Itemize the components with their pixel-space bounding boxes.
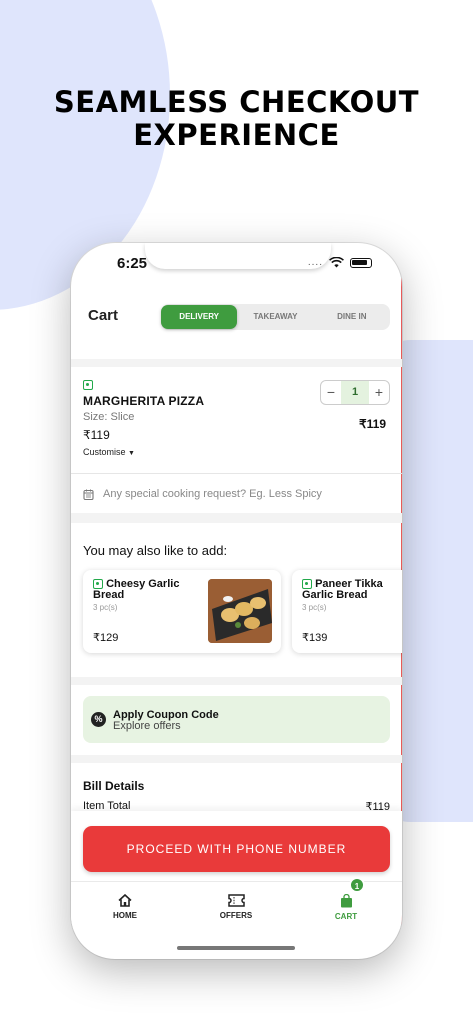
home-icon (118, 893, 132, 907)
veg-indicator-icon (93, 579, 103, 590)
suggestion-name: Paneer Tikka Garlic Bread (302, 579, 402, 601)
phone-mockup: 6:25 .... Cart DELIVERY TAKEAWAY DINE IN… (71, 243, 402, 959)
row-divider (71, 473, 402, 474)
marketing-canvas: SEAMLESS CHECKOUT EXPERIENCE 6:25 .... C… (0, 0, 473, 1024)
suggestion-card[interactable]: Paneer Tikka Garlic Bread 3 pc(s) ₹139 (292, 570, 402, 653)
tab-offers[interactable]: OFFERS (206, 894, 266, 920)
cart-bag-icon (340, 893, 352, 908)
special-request-placeholder: Any special cooking request? Eg. Less Sp… (103, 488, 322, 500)
suggestion-pieces: 3 pc(s) (302, 603, 327, 612)
customise-dropdown[interactable]: Customise ▼ (83, 447, 135, 457)
headline-line-2: EXPERIENCE (133, 118, 340, 152)
bill-details-title: Bill Details (83, 779, 145, 793)
suggestion-name: Cheesy Garlic Bread (93, 579, 193, 601)
coupon-subtitle: Explore offers (113, 720, 181, 732)
veg-indicator-icon (302, 579, 312, 590)
tab-delivery[interactable]: DELIVERY (161, 305, 238, 329)
garlic-bread-image (208, 579, 272, 643)
tab-takeaway[interactable]: TAKEAWAY (237, 305, 313, 329)
battery-icon (350, 257, 372, 268)
suggestion-price: ₹129 (93, 632, 119, 644)
order-type-segmented-control: DELIVERY TAKEAWAY DINE IN (161, 304, 390, 330)
headline-line-1: SEAMLESS CHECKOUT (53, 85, 420, 119)
wifi-icon (329, 257, 344, 268)
signal-icon: .... (307, 257, 323, 268)
cta-container: PROCEED WITH PHONE NUMBER (71, 811, 402, 881)
veg-indicator-icon (83, 380, 93, 390)
ticket-icon (227, 894, 245, 907)
decrease-quantity-button[interactable]: − (321, 381, 341, 404)
section-divider (71, 677, 402, 685)
cart-count-badge: 1 (349, 877, 365, 893)
section-divider (71, 513, 402, 523)
suggestion-name-text: Cheesy Garlic Bread (93, 578, 180, 601)
discount-icon: % (91, 712, 106, 727)
tab-cart[interactable]: 1 CART (316, 877, 376, 921)
home-indicator (177, 946, 295, 950)
customise-label: Customise (83, 447, 126, 457)
quantity-stepper: − 1 + (320, 380, 390, 405)
suggestion-card[interactable]: Cheesy Garlic Bread 3 pc(s) ₹129 (83, 570, 281, 653)
suggestion-price: ₹139 (302, 632, 328, 644)
headline: SEAMLESS CHECKOUT EXPERIENCE (0, 86, 473, 152)
section-divider (71, 755, 402, 763)
page-title: Cart (88, 307, 119, 324)
line-total: ₹119 (359, 417, 386, 431)
tab-offers-label: OFFERS (219, 911, 253, 920)
quantity-value: 1 (341, 381, 369, 404)
bottom-tab-bar: HOME OFFERS 1 CART (71, 877, 402, 931)
status-icons: .... (308, 257, 372, 268)
item-size: Size: Slice (83, 411, 135, 423)
section-divider (71, 359, 402, 367)
phone-notch (145, 243, 331, 269)
increase-quantity-button[interactable]: + (369, 381, 389, 404)
item-name: MARGHERITA PIZZA (83, 394, 205, 408)
tab-home[interactable]: HOME (95, 893, 155, 920)
special-request-field[interactable]: Any special cooking request? Eg. Less Sp… (83, 488, 322, 500)
suggestion-pieces: 3 pc(s) (93, 603, 118, 612)
item-price: ₹119 (83, 428, 110, 442)
suggestion-name-text: Paneer Tikka Garlic Bread (302, 578, 383, 601)
suggestions-heading: You may also like to add: (83, 543, 228, 558)
apply-coupon-button[interactable]: % Apply Coupon Code Explore offers (83, 696, 390, 743)
proceed-with-phone-button[interactable]: PROCEED WITH PHONE NUMBER (83, 826, 390, 872)
notepad-icon (83, 489, 94, 500)
caret-down-icon: ▼ (128, 450, 135, 457)
tab-home-label: HOME (113, 911, 137, 920)
status-time: 6:25 (117, 255, 148, 272)
tab-cart-label: CART (334, 912, 358, 921)
tab-dine-in[interactable]: DINE IN (314, 305, 390, 329)
